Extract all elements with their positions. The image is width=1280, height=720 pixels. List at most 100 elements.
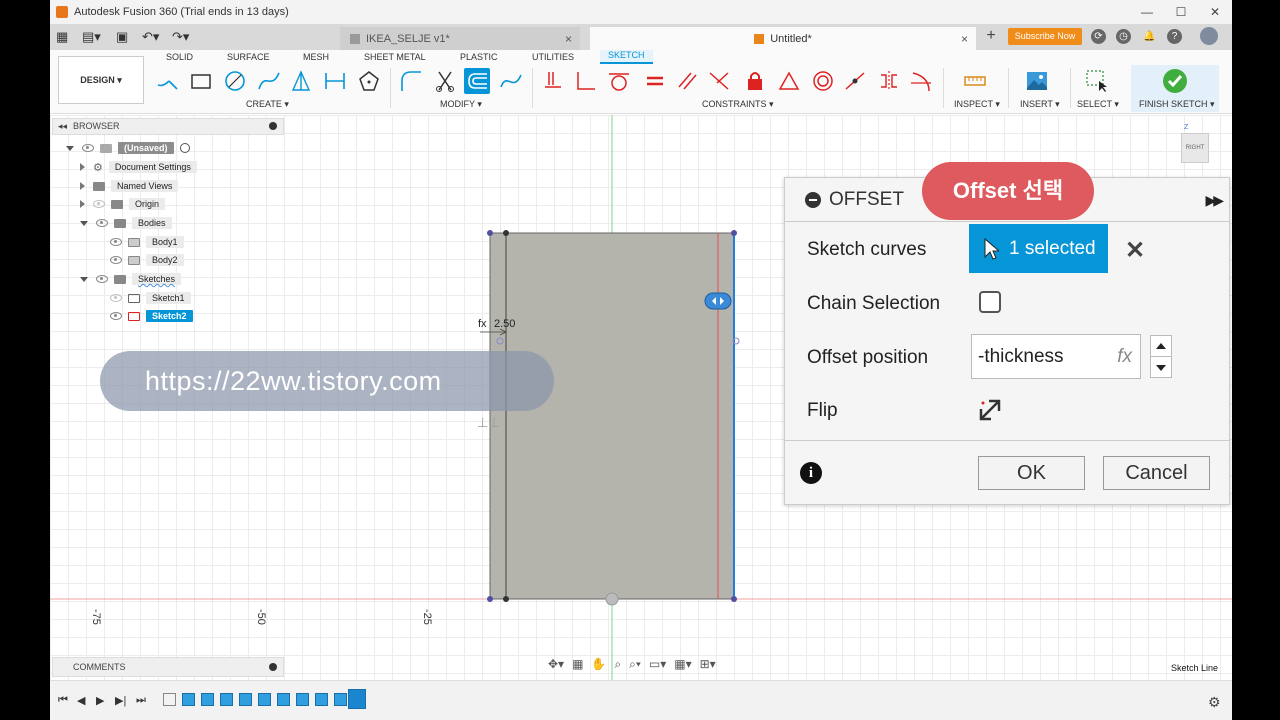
expand-icon[interactable] — [80, 276, 88, 282]
fillet-tool-icon[interactable] — [398, 68, 424, 94]
notifications-icon[interactable]: 🔔 — [1142, 29, 1157, 44]
timeline-feature[interactable] — [220, 693, 233, 706]
close-tab-icon[interactable]: × — [961, 32, 968, 46]
user-avatar[interactable] — [1200, 27, 1218, 45]
finish-sketch-panel[interactable]: FINISH SKETCH ▾ — [1131, 65, 1219, 112]
tangent-constraint-icon[interactable] — [606, 68, 632, 94]
equal-constraint-icon[interactable] — [642, 68, 668, 94]
curvature-constraint-icon[interactable] — [908, 68, 934, 94]
expand-icon[interactable] — [80, 163, 85, 171]
tree-item-origin[interactable]: Origin — [80, 196, 166, 212]
cancel-button[interactable]: Cancel — [1103, 456, 1210, 490]
tree-item-document-settings[interactable]: ⚙ Document Settings — [80, 159, 197, 175]
create-group-label[interactable]: CREATE ▾ — [246, 99, 289, 110]
parallel-constraint-icon[interactable] — [674, 68, 700, 94]
tab-solid[interactable]: SOLID — [166, 52, 193, 62]
zoom-icon[interactable]: ⌕ — [614, 657, 621, 672]
play-icon[interactable]: ▶ — [96, 694, 104, 707]
perpendicular-constraint-icon[interactable] — [572, 68, 598, 94]
add-comment-icon[interactable] — [269, 663, 277, 671]
decrement-button[interactable] — [1151, 357, 1171, 378]
dimension-value[interactable]: 2.50 — [494, 318, 515, 330]
browser-options-icon[interactable] — [269, 122, 277, 130]
dimension-tool-icon[interactable] — [322, 68, 348, 94]
undo-icon[interactable]: ↶▾ — [142, 29, 159, 45]
tab-sketch[interactable]: SKETCH — [600, 50, 653, 64]
timeline-feature[interactable] — [239, 693, 252, 706]
timeline-settings-gear-icon[interactable]: ⚙ — [1208, 694, 1221, 711]
info-icon[interactable]: i — [800, 462, 822, 484]
grid-settings-icon[interactable]: ▦▾ — [674, 657, 691, 672]
step-back-icon[interactable]: ◀ — [77, 694, 85, 707]
go-to-end-icon[interactable]: ⏭ — [136, 694, 146, 707]
collapse-dialog-icon[interactable] — [805, 192, 821, 208]
rectangle-tool-icon[interactable] — [188, 68, 214, 94]
tab-sheet-metal[interactable]: SHEET METAL — [364, 52, 426, 62]
increment-button[interactable] — [1151, 336, 1171, 357]
visibility-eye-icon[interactable] — [110, 256, 122, 264]
fast-forward-icon[interactable]: ▶▶ — [1205, 192, 1223, 209]
visibility-eye-icon[interactable] — [110, 294, 122, 302]
tree-item-sketches[interactable]: Sketches — [80, 271, 182, 287]
visibility-eye-icon[interactable] — [110, 312, 122, 320]
save-icon[interactable]: ▣ — [116, 29, 128, 45]
tab-surface[interactable]: SURFACE — [227, 52, 270, 62]
tab-plastic[interactable]: PLASTIC — [460, 52, 498, 62]
polygon-tool-icon[interactable] — [288, 68, 314, 94]
expand-icon[interactable] — [66, 145, 74, 151]
tab-untitled[interactable]: Untitled* × — [590, 27, 976, 50]
collapse-browser-icon[interactable]: ◂◂ — [58, 119, 67, 134]
constraints-group-label[interactable]: CONSTRAINTS ▾ — [702, 99, 774, 110]
triangle-constraint-icon[interactable] — [776, 68, 802, 94]
tab-utilities[interactable]: UTILITIES — [532, 52, 574, 62]
orbit-icon[interactable]: ✥▾ — [548, 657, 564, 672]
subscribe-button[interactable]: Subscribe Now — [1008, 28, 1082, 45]
tree-item-sketch1[interactable]: Sketch1 — [110, 290, 191, 306]
activate-radio-icon[interactable] — [179, 143, 190, 153]
comments-header[interactable]: COMMENTS — [52, 657, 284, 677]
timeline-active-sketch[interactable] — [348, 689, 366, 709]
tab-ikea-selje[interactable]: IKEA_SELJE v1* × — [340, 27, 580, 50]
timeline-feature[interactable] — [334, 693, 347, 706]
sketch-curve-tool-icon[interactable] — [498, 68, 524, 94]
minimize-button[interactable]: — — [1130, 0, 1164, 24]
timeline-feature[interactable] — [315, 693, 328, 706]
inspect-group-label[interactable]: INSPECT ▾ — [954, 99, 1000, 110]
pan-icon[interactable]: ✋ — [591, 657, 606, 672]
coincident-constraint-icon[interactable] — [706, 68, 732, 94]
trim-tool-icon[interactable] — [432, 68, 458, 94]
view-cube[interactable]: RIGHT — [1181, 133, 1209, 163]
maximize-button[interactable]: ☐ — [1164, 0, 1198, 24]
look-at-icon[interactable]: ▦ — [572, 657, 583, 672]
timeline-feature[interactable] — [182, 693, 195, 706]
expand-icon[interactable] — [80, 200, 85, 208]
circle-tool-icon[interactable] — [222, 68, 248, 94]
help-icon[interactable]: ? — [1167, 29, 1182, 44]
pentagon-tool-icon[interactable] — [356, 68, 382, 94]
fix-constraint-icon[interactable] — [540, 68, 566, 94]
redo-icon[interactable]: ↷▾ — [172, 29, 189, 45]
symmetry-constraint-icon[interactable] — [876, 68, 902, 94]
ok-button[interactable]: OK — [978, 456, 1085, 490]
extensions-icon[interactable]: ⟳ — [1091, 29, 1106, 44]
close-window-button[interactable]: ✕ — [1198, 0, 1232, 24]
timeline-feature[interactable] — [258, 693, 271, 706]
tree-item-named-views[interactable]: Named Views — [80, 178, 179, 194]
tab-mesh[interactable]: MESH — [303, 52, 329, 62]
offset-stepper[interactable] — [1150, 335, 1172, 378]
tree-item-sketch2[interactable]: Sketch2 — [110, 308, 193, 324]
visibility-eye-icon[interactable] — [96, 219, 108, 227]
timeline-feature[interactable] — [277, 693, 290, 706]
lock-constraint-icon[interactable] — [742, 68, 768, 94]
spline-tool-icon[interactable] — [256, 68, 282, 94]
visibility-eye-icon[interactable] — [82, 144, 94, 152]
sketch-curves-selection-button[interactable]: 1 selected — [969, 224, 1108, 273]
timeline-feature[interactable] — [201, 693, 214, 706]
workspace-design-button[interactable]: DESIGN ▾ — [58, 56, 144, 104]
tree-item-body1[interactable]: Body1 — [110, 234, 184, 250]
timeline-feature[interactable] — [296, 693, 309, 706]
browser-header[interactable]: ◂◂ BROWSER — [52, 118, 284, 135]
close-tab-icon[interactable]: × — [565, 32, 572, 46]
line-tool-icon[interactable] — [154, 68, 180, 94]
offset-position-input[interactable]: -thickness fx — [971, 334, 1141, 379]
